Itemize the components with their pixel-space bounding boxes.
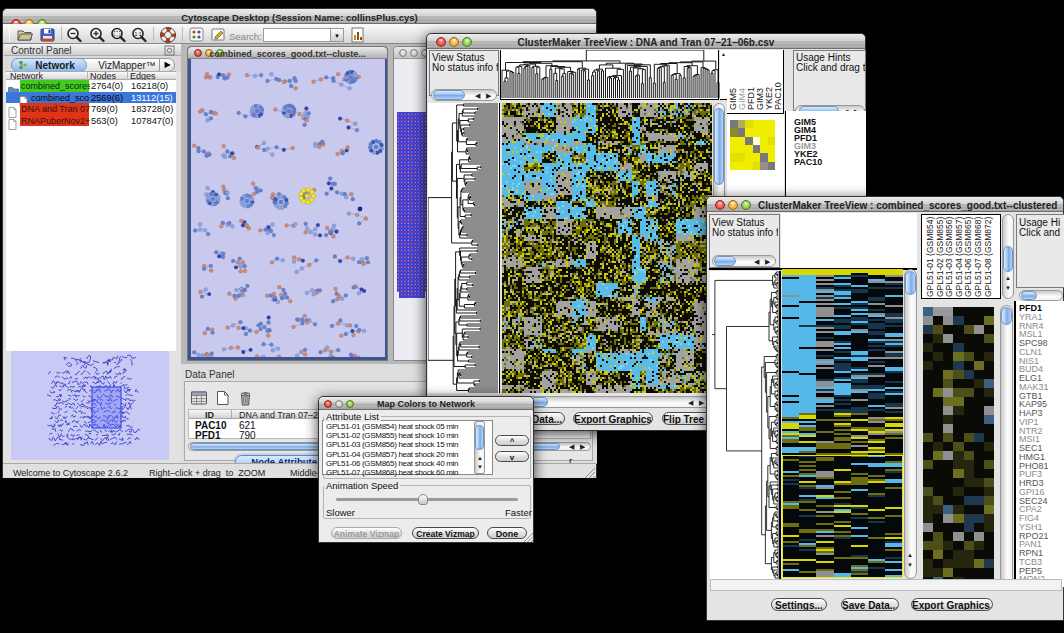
svg-text:1:1: 1:1 xyxy=(135,31,142,37)
